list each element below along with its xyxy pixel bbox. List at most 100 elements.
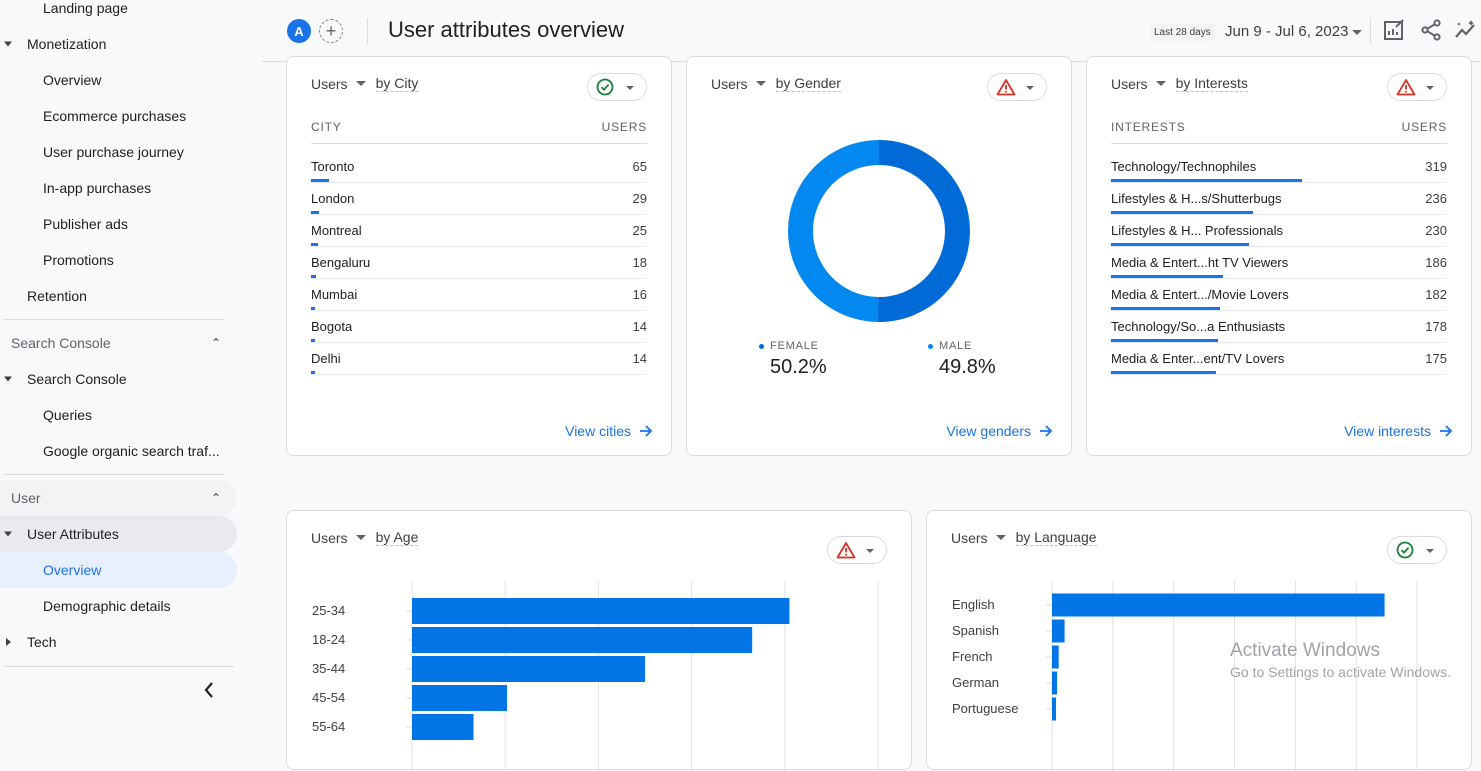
dimension-label[interactable]: by City	[375, 75, 419, 92]
donut-slice-female[interactable]	[877, 140, 971, 322]
view-cities-link[interactable]: View cities	[565, 423, 653, 439]
customize-report-button[interactable]	[1382, 18, 1406, 42]
sidebar-section-search-console[interactable]: Search Console ⌃	[0, 325, 237, 361]
caret-down-icon[interactable]	[355, 81, 366, 86]
row-bar	[1111, 243, 1249, 246]
link-label: View interests	[1344, 423, 1431, 439]
row-value: 65	[632, 159, 647, 174]
sidebar-item-google-organic-search[interactable]: Google organic search traf...	[0, 433, 220, 469]
table-row[interactable]: Delhi 14	[311, 343, 647, 375]
sidebar-item-label: Ecommerce purchases	[43, 108, 187, 124]
sidebar-divider	[4, 666, 234, 667]
bar-german[interactable]	[1052, 671, 1058, 695]
caret-down-icon	[1426, 86, 1434, 90]
row-bar	[1111, 307, 1221, 310]
row-bar	[311, 275, 317, 278]
insights-button[interactable]	[1454, 18, 1478, 42]
dimension-label[interactable]: by Gender	[775, 75, 841, 92]
metric-selector[interactable]: Users	[711, 76, 748, 92]
bar-spanish[interactable]	[1052, 619, 1065, 643]
category-label: Spanish	[952, 623, 999, 638]
table-row[interactable]: Lifestyles & H... Professionals 230	[1111, 215, 1447, 247]
table-row[interactable]: Bengaluru 18	[311, 247, 647, 279]
date-range-picker[interactable]: Jun 9 - Jul 6, 2023	[1225, 23, 1348, 40]
caret-down-icon[interactable]	[755, 81, 766, 86]
sidebar-item-tech[interactable]: Tech	[0, 624, 57, 660]
category-label: 18-24	[312, 632, 345, 647]
caret-down-icon	[4, 41, 12, 47]
sidebar-item-queries[interactable]: Queries	[0, 397, 92, 433]
table-row[interactable]: Toronto 65	[311, 151, 647, 183]
table-row[interactable]: Mumbai 16	[311, 279, 647, 311]
age-bar-chart: 25-34 18-24 35-44 45-54 55-64	[312, 581, 879, 771]
legend-value: 49.8%	[939, 356, 996, 378]
table-row[interactable]: Technology/Technophiles 319	[1111, 151, 1447, 183]
sidebar-divider	[3, 474, 225, 475]
donut-slice-male[interactable]	[788, 140, 879, 322]
metric-selector[interactable]: Users	[311, 76, 348, 92]
caret-down-icon	[1026, 86, 1034, 90]
sidebar-item-landing-page[interactable]: Landing page	[0, 0, 128, 26]
view-genders-link[interactable]: View genders	[946, 423, 1053, 439]
bar-portuguese[interactable]	[1052, 697, 1057, 721]
sidebar-item-label: Search Console	[27, 371, 127, 387]
dimension-label[interactable]: by Interests	[1175, 75, 1248, 92]
table-row[interactable]: Lifestyles & H...s/Shutterbugs 236	[1111, 183, 1447, 215]
sidebar-section-user[interactable]: User ⌃	[0, 480, 237, 516]
sidebar-item-user-attributes-overview[interactable]: Overview	[0, 552, 237, 588]
column-header-city: CITY	[311, 120, 342, 134]
table-row[interactable]: Technology/So...a Enthusiasts 178	[1111, 311, 1447, 343]
arrow-right-icon	[640, 425, 653, 437]
bar-25-34[interactable]	[412, 598, 790, 624]
bar-35-44[interactable]	[412, 656, 645, 682]
row-value: 182	[1425, 287, 1447, 302]
table-row[interactable]: London 29	[311, 183, 647, 215]
table-row[interactable]: Media & Entert.../Movie Lovers 182	[1111, 279, 1447, 311]
collapse-sidebar-button[interactable]	[202, 680, 216, 706]
row-label: Delhi	[311, 351, 341, 366]
column-header-users: USERS	[601, 120, 647, 134]
sidebar-item-publisher-ads[interactable]: Publisher ads	[0, 206, 128, 242]
row-label: Bogota	[311, 319, 353, 334]
sidebar-item-search-console[interactable]: Search Console	[0, 361, 127, 397]
bar-18-24[interactable]	[412, 627, 753, 653]
warning-icon	[1396, 79, 1416, 96]
add-comparison-button[interactable]: +	[319, 19, 343, 43]
caret-down-icon[interactable]	[1352, 30, 1362, 35]
windows-activation-watermark: Activate Windows Go to Settings to activ…	[1230, 640, 1451, 680]
row-value: 18	[632, 255, 647, 270]
bar-55-64[interactable]	[412, 714, 474, 740]
data-quality-button[interactable]	[1387, 73, 1447, 101]
bar-french[interactable]	[1052, 645, 1059, 669]
sidebar-item-user-attributes[interactable]: User Attributes	[0, 516, 237, 552]
caret-down-icon	[4, 531, 12, 537]
section-label: User	[11, 490, 41, 506]
sidebar-item-user-purchase-journey[interactable]: User purchase journey	[0, 134, 184, 170]
row-bar	[311, 211, 320, 214]
sidebar-item-in-app-purchases[interactable]: In-app purchases	[0, 170, 151, 206]
share-button[interactable]	[1419, 18, 1443, 42]
caret-down-icon[interactable]	[1155, 81, 1166, 86]
metric-selector[interactable]: Users	[1111, 76, 1148, 92]
view-interests-link[interactable]: View interests	[1344, 423, 1453, 439]
sidebar-item-monetization-overview[interactable]: Overview	[0, 62, 101, 98]
table-row[interactable]: Montreal 25	[311, 215, 647, 247]
comparison-avatar[interactable]: A	[287, 19, 311, 43]
card-title: Users by Gender	[711, 75, 841, 92]
data-quality-button[interactable]	[987, 73, 1047, 101]
sidebar-item-monetization[interactable]: Monetization	[0, 26, 106, 62]
table-row[interactable]: Bogota 14	[311, 311, 647, 343]
sidebar-divider	[3, 319, 225, 320]
sidebar-item-demographic-details[interactable]: Demographic details	[0, 588, 171, 624]
table-row[interactable]: Media & Enter...ent/TV Lovers 175	[1111, 343, 1447, 375]
sidebar-item-label: User purchase journey	[43, 144, 184, 160]
table-row[interactable]: Media & Entert...ht TV Viewers 186	[1111, 247, 1447, 279]
sidebar-item-ecommerce-purchases[interactable]: Ecommerce purchases	[0, 98, 186, 134]
sidebar-item-retention[interactable]: Retention	[0, 278, 87, 314]
bar-45-54[interactable]	[412, 685, 508, 711]
bar-english[interactable]	[1052, 593, 1385, 617]
row-value: 319	[1425, 159, 1447, 174]
row-value: 25	[632, 223, 647, 238]
data-quality-button[interactable]	[587, 73, 647, 101]
sidebar-item-promotions[interactable]: Promotions	[0, 242, 114, 278]
